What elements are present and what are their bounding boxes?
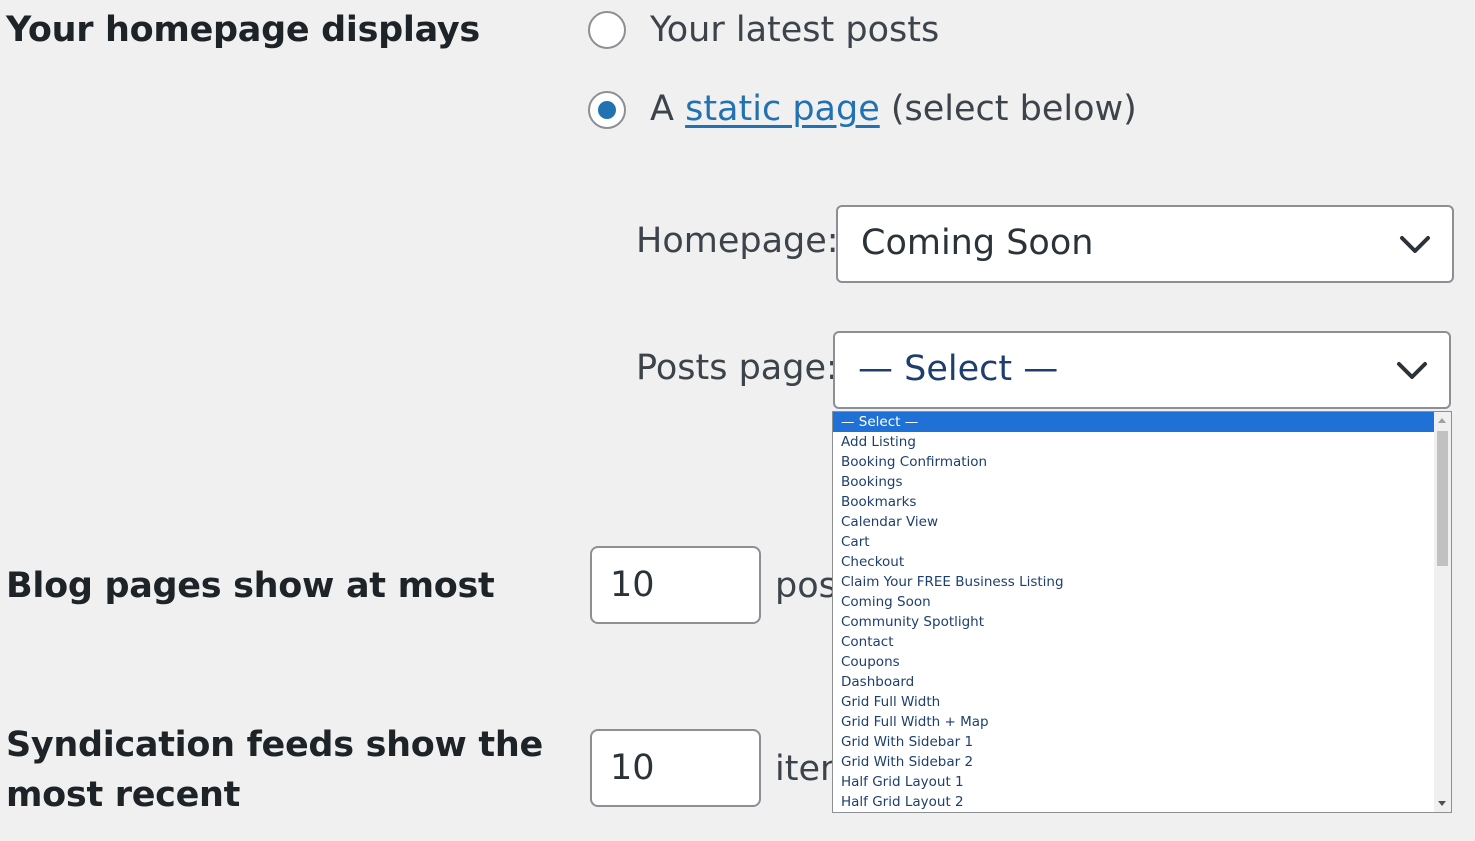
static-page-option-label: A static page (select below) <box>650 87 1137 131</box>
dropdown-options: — Select — Add Listing Booking Confirmatio… <box>833 412 1434 812</box>
static-page-prefix: A <box>650 89 674 129</box>
dropdown-option[interactable]: Bookmarks <box>833 492 1434 512</box>
scroll-up-arrow-icon[interactable] <box>1438 418 1446 423</box>
syndication-label-line1: Syndication feeds show the <box>6 725 543 765</box>
posts-page-dropdown-list[interactable]: — Select — Add Listing Booking Confirmatio… <box>832 411 1452 813</box>
posts-per-page-input[interactable]: 10 <box>590 546 761 624</box>
dropdown-option[interactable]: Grid Full Width + Map <box>833 712 1434 732</box>
scroll-down-arrow-icon[interactable] <box>1438 801 1446 806</box>
homepage-displays-label: Your homepage displays <box>6 10 480 50</box>
chevron-down-icon <box>1400 236 1430 253</box>
dropdown-option[interactable]: Add Listing <box>833 432 1434 452</box>
static-page-radio[interactable] <box>588 91 626 129</box>
dropdown-option[interactable]: Half Grid Layout 2 <box>833 792 1434 812</box>
posts-per-page-suffix: pos <box>775 566 837 606</box>
scrollbar-thumb[interactable] <box>1437 431 1448 566</box>
dropdown-option[interactable]: Cart <box>833 532 1434 552</box>
latest-posts-radio[interactable] <box>588 11 626 49</box>
dropdown-option[interactable]: Half Grid Layout 1 <box>833 772 1434 792</box>
posts-page-select[interactable]: — Select — <box>833 331 1451 409</box>
posts-page-select-label: Posts page: <box>636 348 838 388</box>
dropdown-option[interactable]: Calendar View <box>833 512 1434 532</box>
dropdown-option[interactable]: Bookings <box>833 472 1434 492</box>
dropdown-option[interactable]: Dashboard <box>833 672 1434 692</box>
static-page-link[interactable]: static page <box>685 89 880 129</box>
feed-items-input[interactable]: 10 <box>590 729 761 807</box>
syndication-label-line2: most recent <box>6 775 241 815</box>
static-page-suffix: (select below) <box>890 89 1137 129</box>
homepage-select-label: Homepage: <box>636 221 839 261</box>
posts-page-select-value: — Select — <box>858 349 1059 389</box>
dropdown-option[interactable]: Claim Your FREE Business Listing <box>833 572 1434 592</box>
dropdown-option[interactable]: — Select — <box>833 412 1434 432</box>
dropdown-option[interactable]: Checkout <box>833 552 1434 572</box>
dropdown-option[interactable]: Booking Confirmation <box>833 452 1434 472</box>
dropdown-option[interactable]: Grid With Sidebar 2 <box>833 752 1434 772</box>
chevron-down-icon <box>1397 362 1427 379</box>
dropdown-option[interactable]: Coming Soon <box>833 592 1434 612</box>
dropdown-option[interactable]: Community Spotlight <box>833 612 1434 632</box>
dropdown-option[interactable]: Grid With Sidebar 1 <box>833 732 1434 752</box>
dropdown-option[interactable]: Contact <box>833 632 1434 652</box>
dropdown-scrollbar[interactable] <box>1434 412 1451 812</box>
homepage-select-value: Coming Soon <box>861 223 1094 263</box>
latest-posts-label[interactable]: Your latest posts <box>650 8 939 52</box>
dropdown-option[interactable]: Coupons <box>833 652 1434 672</box>
blog-pages-label: Blog pages show at most <box>6 566 495 606</box>
dropdown-option[interactable]: Grid Full Width <box>833 692 1434 712</box>
homepage-select[interactable]: Coming Soon <box>836 205 1454 283</box>
